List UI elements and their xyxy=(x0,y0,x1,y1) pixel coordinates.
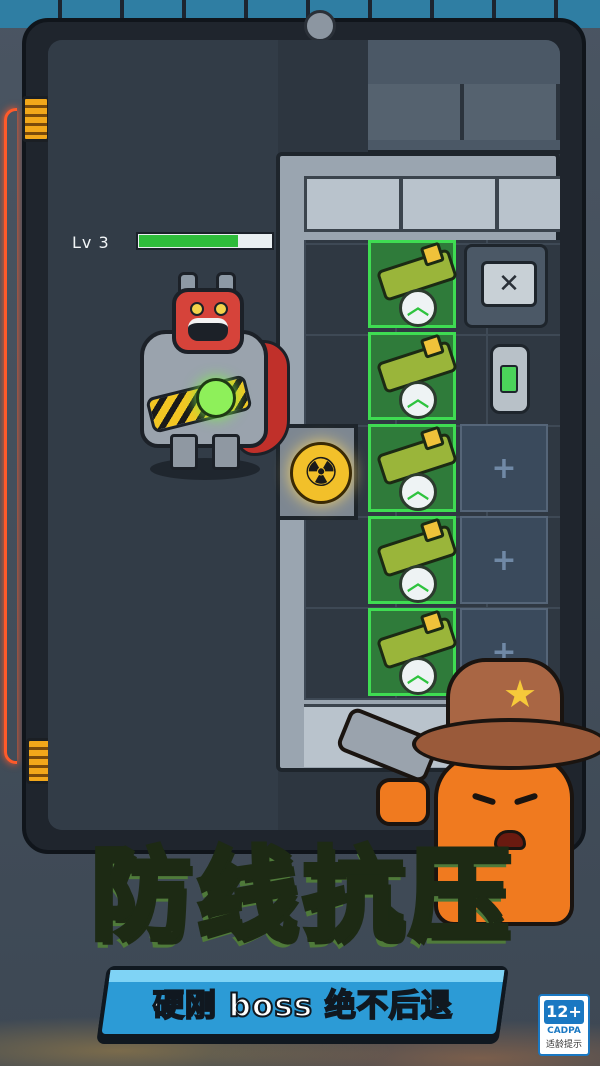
frame-screw-icon xyxy=(304,10,336,42)
plus-icon: + xyxy=(491,542,517,578)
weapon-slot[interactable]: ︿ xyxy=(368,516,459,604)
canister-item[interactable] xyxy=(464,336,548,420)
title-char: 抗 xyxy=(301,835,406,957)
promo-title: 防 线 抗 压 xyxy=(0,835,600,957)
warning-light-icon xyxy=(22,96,50,142)
title-char: 压 xyxy=(407,835,512,957)
cowboy-hat-brim xyxy=(412,718,600,770)
energy-canister-icon xyxy=(490,344,530,414)
boss-leg xyxy=(212,434,240,470)
upper-wall xyxy=(368,40,560,154)
boss-leg xyxy=(170,434,198,470)
plus-icon: + xyxy=(491,450,517,486)
boss-shadow xyxy=(150,458,260,480)
rating-org: CADPA xyxy=(547,1026,581,1036)
upgrade-arrow-icon[interactable]: ︿ xyxy=(399,381,437,419)
radiation-icon: ☢ xyxy=(290,442,352,504)
toxic-orb-icon xyxy=(196,378,236,418)
neon-light-tube xyxy=(4,108,17,764)
boss-mouth xyxy=(188,318,228,341)
boss-health-fill xyxy=(139,235,238,247)
weapon-slot[interactable]: ︿ xyxy=(368,424,459,512)
upgrade-arrow-icon[interactable]: ︿ xyxy=(399,289,437,327)
sheriff-brow xyxy=(471,792,497,806)
empty-slot[interactable]: + xyxy=(460,516,548,604)
age-rating-badge: 12+ CADPA 适龄提示 xyxy=(538,994,590,1056)
toolbox-item[interactable]: ✕ xyxy=(464,244,548,328)
upgrade-arrow-icon[interactable]: ︿ xyxy=(399,473,437,511)
sheriff-star-icon: ★ xyxy=(502,672,538,716)
sheriff-brow xyxy=(513,792,539,806)
boss-level-label: Lv 3 xyxy=(72,233,110,252)
subtitle-banner: 硬刚 boss 绝不后退 xyxy=(96,966,510,1038)
rating-tip: 适龄提示 xyxy=(545,1040,582,1050)
empty-slot[interactable]: + xyxy=(460,424,548,512)
subtitle-text: 硬刚 boss 绝不后退 xyxy=(152,987,454,1025)
boss-eye xyxy=(214,302,228,316)
boss-eye xyxy=(190,302,204,316)
reactor-door[interactable]: ☢ xyxy=(276,424,358,520)
boss-head[interactable] xyxy=(172,288,244,354)
title-char: 防 xyxy=(89,835,194,957)
boss-health-bar xyxy=(136,232,274,250)
title-char: 线 xyxy=(195,835,300,957)
weapon-slot[interactable]: ︿ xyxy=(368,240,459,328)
upgrade-arrow-icon[interactable]: ︿ xyxy=(399,565,437,603)
wrench-tools-icon: ✕ xyxy=(481,261,537,307)
weapon-slot[interactable]: ︿ xyxy=(368,332,459,420)
room-top-wall xyxy=(304,176,560,232)
age-rating: 12+ xyxy=(544,1000,584,1024)
